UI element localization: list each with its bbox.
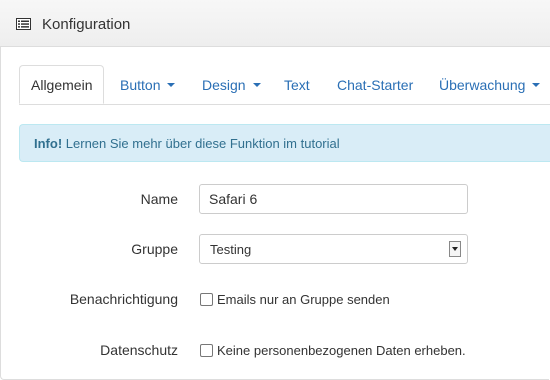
gruppe-label: Gruppe [131, 241, 178, 257]
tab-label: Design [202, 77, 246, 93]
info-alert: Info! Lernen Sie mehr über diese Funktio… [19, 124, 550, 162]
select-value: Testing [210, 242, 252, 257]
tab-chat-starter[interactable]: Chat-Starter [337, 65, 413, 104]
datenschutz-checkbox[interactable] [200, 344, 213, 358]
tab-allgemein[interactable]: Allgemein [19, 65, 105, 104]
datenschutz-option[interactable]: Keine personenbezogenen Daten erheben. [200, 343, 466, 358]
list-icon [16, 18, 31, 30]
caret-down-icon [167, 83, 176, 88]
gruppe-select[interactable]: Testing [199, 234, 468, 264]
tab-label: Überwachung [439, 77, 526, 93]
tab-ueberwachung[interactable]: Überwachung [439, 65, 541, 104]
benachrichtigung-label: Benachrichtigung [69, 291, 178, 307]
tab-label: Allgemein [31, 77, 93, 93]
dropdown-arrow-icon [449, 241, 461, 257]
benachrichtigung-option[interactable]: Emails nur an Gruppe senden [200, 292, 390, 307]
tab-text[interactable]: Text [284, 65, 310, 104]
tab-label: Text [284, 77, 310, 93]
caret-down-icon [532, 83, 541, 88]
alert-strong: Info! [34, 136, 63, 151]
tab-design[interactable]: Design [202, 65, 261, 104]
panel-heading: Konfiguration [0, 0, 550, 47]
checkbox-label: Keine personenbezogenen Daten erheben. [217, 343, 466, 358]
panel-title: Konfiguration [42, 16, 131, 33]
checkbox-label: Emails nur an Gruppe senden [217, 292, 390, 307]
name-input[interactable] [199, 184, 468, 214]
caret-down-icon [252, 83, 261, 88]
name-label: Name [140, 191, 178, 207]
tab-label: Button [120, 77, 161, 93]
tab-bar: Allgemein Button Design Text Chat-Starte… [19, 65, 550, 105]
benachrichtigung-checkbox[interactable] [200, 293, 213, 307]
tab-button[interactable]: Button [120, 65, 176, 104]
tab-label: Chat-Starter [337, 77, 414, 93]
datenschutz-label: Datenschutz [100, 342, 178, 358]
alert-text: Lernen Sie mehr über diese Funktion im t… [65, 136, 340, 151]
